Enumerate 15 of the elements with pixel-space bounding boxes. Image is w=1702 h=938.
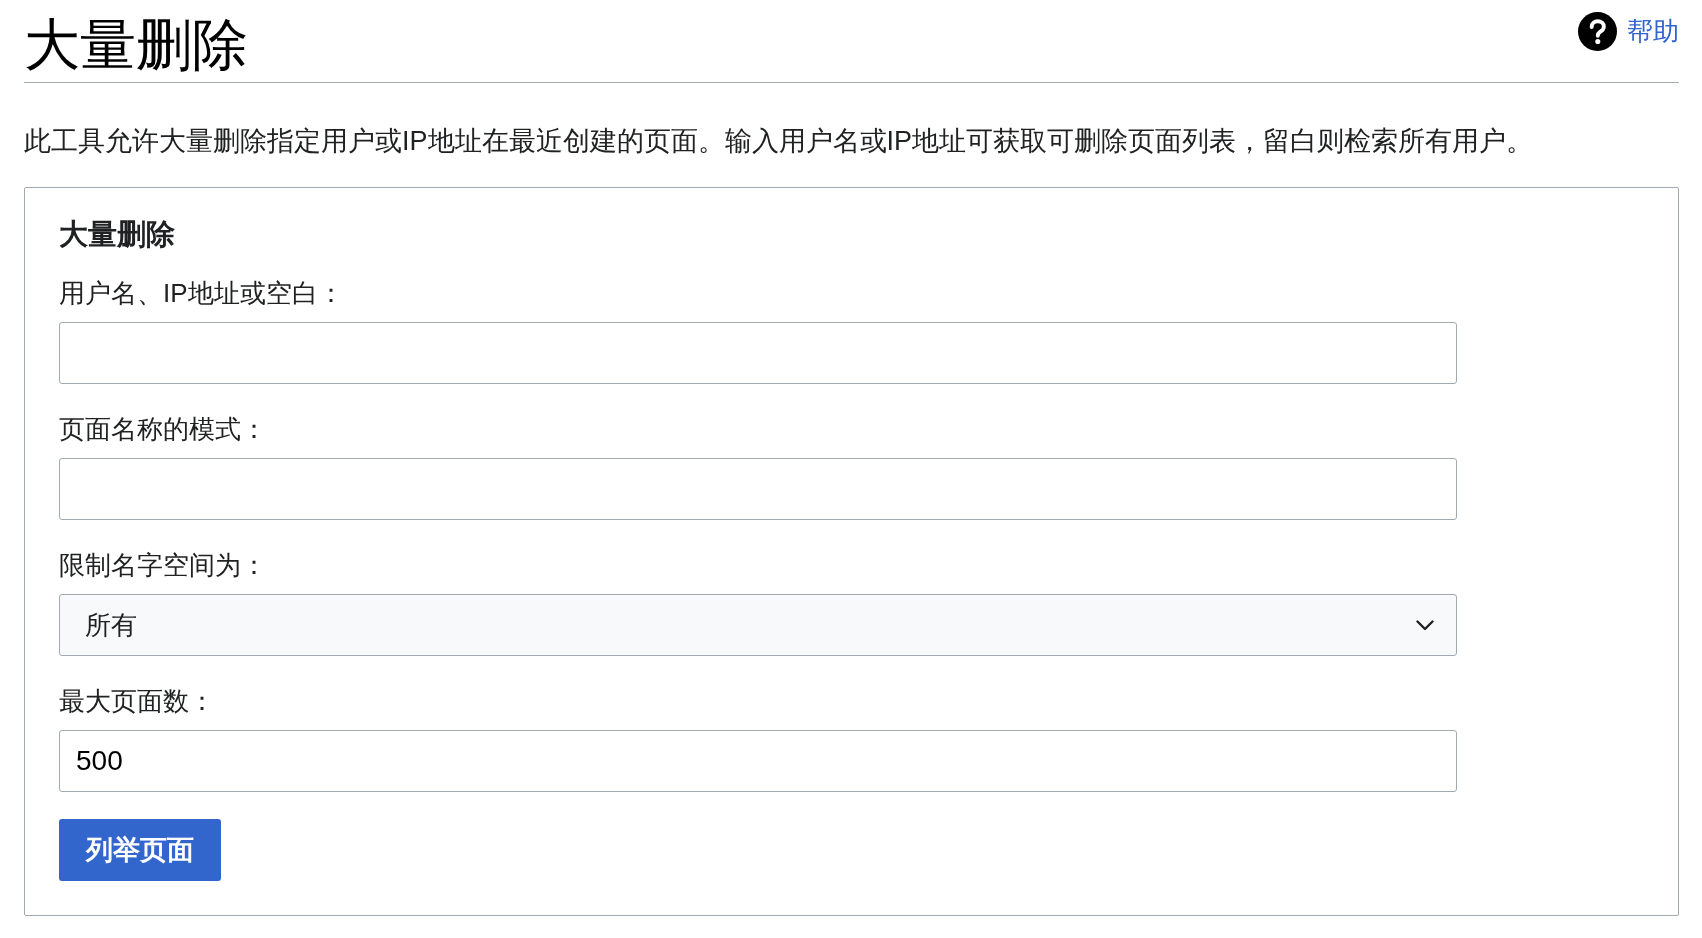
question-mark-icon <box>1578 11 1617 51</box>
input-field[interactable] <box>59 458 1457 520</box>
dropdown-select[interactable]: 所有 <box>59 594 1457 656</box>
field-label: 最大页面数： <box>59 685 216 718</box>
input-field[interactable] <box>59 322 1457 384</box>
field-label: 限制名字空间为： <box>59 549 268 582</box>
form-heading: 大量删除 <box>59 217 176 252</box>
field-label: 页面名称的模式： <box>59 413 268 446</box>
description-text: 此工具允许大量删除指定用户或IP地址在最近创建的页面。输入用户名或IP地址可获取可删除页面列表，留白则检索所有用户。 <box>24 125 1535 158</box>
input-field[interactable]: 500 <box>59 730 1457 792</box>
chevron-down-icon <box>1416 619 1434 631</box>
list-pages-button[interactable]: 列举页面 <box>59 819 221 881</box>
field-label: 用户名、IP地址或空白： <box>59 277 345 310</box>
help-link[interactable]: 帮助 <box>1578 11 1679 51</box>
page-title: 大量删除 <box>24 13 248 78</box>
